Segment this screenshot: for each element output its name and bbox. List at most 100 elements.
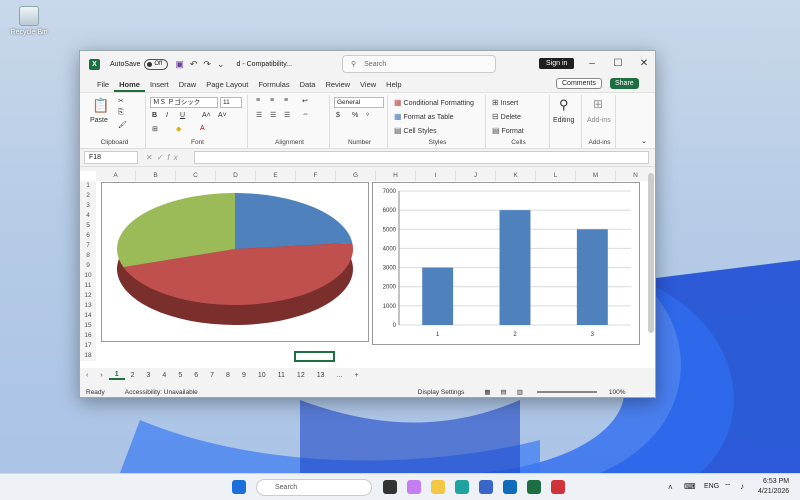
tab-home[interactable]: Home <box>114 77 145 92</box>
row-header[interactable]: 7 <box>80 241 96 251</box>
copy-icon[interactable]: ⎘ <box>118 109 124 117</box>
zoom-level[interactable]: 100% <box>609 389 626 396</box>
align-top-icon[interactable]: ≡ <box>256 97 260 104</box>
vertical-scrollbar[interactable] <box>648 173 654 333</box>
tab-data[interactable]: Data <box>295 77 321 92</box>
page-layout-icon[interactable]: ▤ <box>501 388 507 396</box>
row-header[interactable]: 3 <box>80 201 96 211</box>
wrap-text-icon[interactable]: ↩ <box>302 97 308 105</box>
row-header[interactable]: 14 <box>80 311 96 321</box>
format-as-table-button[interactable]: ▦ Format as Table <box>394 112 454 121</box>
minimize-icon[interactable]: – <box>580 51 604 77</box>
pie-chart[interactable] <box>101 182 369 342</box>
number-format-select[interactable]: General <box>334 97 384 108</box>
comments-button[interactable]: Comments <box>556 78 602 89</box>
row-header[interactable]: 16 <box>80 331 96 341</box>
accessibility-status[interactable]: Accessibility: Unavailable <box>125 389 198 396</box>
sheet-tab[interactable]: 13 <box>311 372 331 379</box>
tab-view[interactable]: View <box>355 77 381 92</box>
clock-time[interactable]: 6:53 PM <box>763 478 789 485</box>
column-header[interactable]: A <box>96 171 136 181</box>
undo-icon[interactable]: ↶ <box>190 59 198 70</box>
sign-in-button[interactable]: Sign in <box>539 58 575 69</box>
search-box[interactable]: ⚲ Search <box>342 55 496 73</box>
paste-button[interactable]: Paste <box>90 117 108 124</box>
column-header[interactable]: E <box>256 171 296 181</box>
tab-help[interactable]: Help <box>381 77 406 92</box>
column-header[interactable]: K <box>496 171 536 181</box>
conditional-formatting-button[interactable]: ▦ Conditional Formatting <box>394 98 474 107</box>
font-color-icon[interactable]: A <box>200 125 205 132</box>
row-header[interactable]: 17 <box>80 341 96 351</box>
insert-cells-button[interactable]: ⊞ Insert <box>492 98 518 107</box>
name-box[interactable]: F18 <box>84 151 138 164</box>
sheet-tab[interactable]: 7 <box>204 372 220 379</box>
copilot-icon[interactable] <box>407 480 421 494</box>
sheet-tab[interactable]: 3 <box>141 372 157 379</box>
customize-qat-icon[interactable]: ⌄ <box>217 59 225 70</box>
font-size-select[interactable]: 11 <box>220 97 242 108</box>
share-button[interactable]: Share <box>610 78 639 89</box>
worksheet-grid[interactable]: ABCDEFGHIJKLMN 1 2 3 4 5 6 7 8 9 10 11 12 13 14 15 16 17… <box>80 171 655 368</box>
row-header[interactable]: 11 <box>80 281 96 291</box>
add-sheet-icon[interactable]: + <box>348 372 364 379</box>
font-name-select[interactable]: ＭＳ Ｐゴシック <box>150 97 218 108</box>
column-header[interactable]: F <box>296 171 336 181</box>
more-sheets[interactable]: ... <box>331 372 349 379</box>
store-icon[interactable] <box>479 480 493 494</box>
document-title[interactable]: d - Compatibility... <box>237 61 293 68</box>
close-icon[interactable]: ✕ <box>632 51 655 77</box>
sheet-tab[interactable]: 10 <box>252 372 272 379</box>
row-header[interactable]: 9 <box>80 261 96 271</box>
volume-icon[interactable]: ♪ <box>740 482 744 491</box>
column-header[interactable]: L <box>536 171 576 181</box>
column-header[interactable]: I <box>416 171 456 181</box>
powerpoint-icon[interactable] <box>551 480 565 494</box>
page-break-icon[interactable]: ▥ <box>517 388 523 396</box>
borders-icon[interactable]: ⊞ <box>152 125 158 133</box>
cell-styles-button[interactable]: ▤ Cell Styles <box>394 126 437 135</box>
tab-file[interactable]: File <box>92 77 114 92</box>
align-center-icon[interactable]: ☰ <box>270 111 276 119</box>
sheet-tab[interactable]: 5 <box>172 372 188 379</box>
formula-input[interactable] <box>194 151 649 164</box>
row-header[interactable]: 4 <box>80 211 96 221</box>
file-explorer-icon[interactable] <box>431 480 445 494</box>
italic-button[interactable]: I <box>166 112 168 119</box>
language-indicator[interactable]: ENG <box>704 483 719 490</box>
tab-insert[interactable]: Insert <box>145 77 174 92</box>
column-header[interactable]: C <box>176 171 216 181</box>
redo-icon[interactable]: ↷ <box>203 59 211 70</box>
chevron-up-icon[interactable]: ˄ <box>668 483 673 492</box>
start-icon[interactable] <box>232 480 246 494</box>
sheet-tab[interactable]: 4 <box>156 372 172 379</box>
row-header[interactable]: 10 <box>80 271 96 281</box>
addins-button[interactable]: Add-ins <box>587 117 611 124</box>
row-header[interactable]: 5 <box>80 221 96 231</box>
display-settings[interactable]: Display Settings <box>418 389 465 396</box>
align-left-icon[interactable]: ☰ <box>256 111 262 119</box>
row-header[interactable]: 18 <box>80 351 96 361</box>
row-header[interactable]: 15 <box>80 321 96 331</box>
task-view-icon[interactable] <box>383 480 397 494</box>
tab-draw[interactable]: Draw <box>174 77 202 92</box>
outlook-icon[interactable] <box>503 480 517 494</box>
bar-chart[interactable]: 0 1000 2000 3000 4000 5000 6000 7000 1 2 3 <box>372 182 640 345</box>
autosave-toggle[interactable]: Off <box>144 58 169 70</box>
underline-button[interactable]: U <box>180 112 185 119</box>
edge-icon[interactable] <box>455 480 469 494</box>
collapse-ribbon-icon[interactable]: ⌄ <box>641 137 647 145</box>
row-header[interactable]: 13 <box>80 301 96 311</box>
sheet-tab[interactable]: 8 <box>220 372 236 379</box>
maximize-icon[interactable]: ☐ <box>606 51 630 77</box>
function-icon[interactable]: ✕✓fx <box>146 153 182 162</box>
editing-button[interactable]: Editing <box>553 117 574 124</box>
tab-formulas[interactable]: Formulas <box>253 77 294 92</box>
recycle-bin-icon[interactable]: Recycle Bin <box>6 6 52 36</box>
bold-button[interactable]: B <box>152 112 157 119</box>
column-header[interactable]: J <box>456 171 496 181</box>
taskbar-search[interactable]: Search <box>256 479 372 496</box>
column-header[interactable]: B <box>136 171 176 181</box>
clock-date[interactable]: 4/21/2026 <box>758 488 789 495</box>
sheet-tab[interactable]: 2 <box>125 372 141 379</box>
